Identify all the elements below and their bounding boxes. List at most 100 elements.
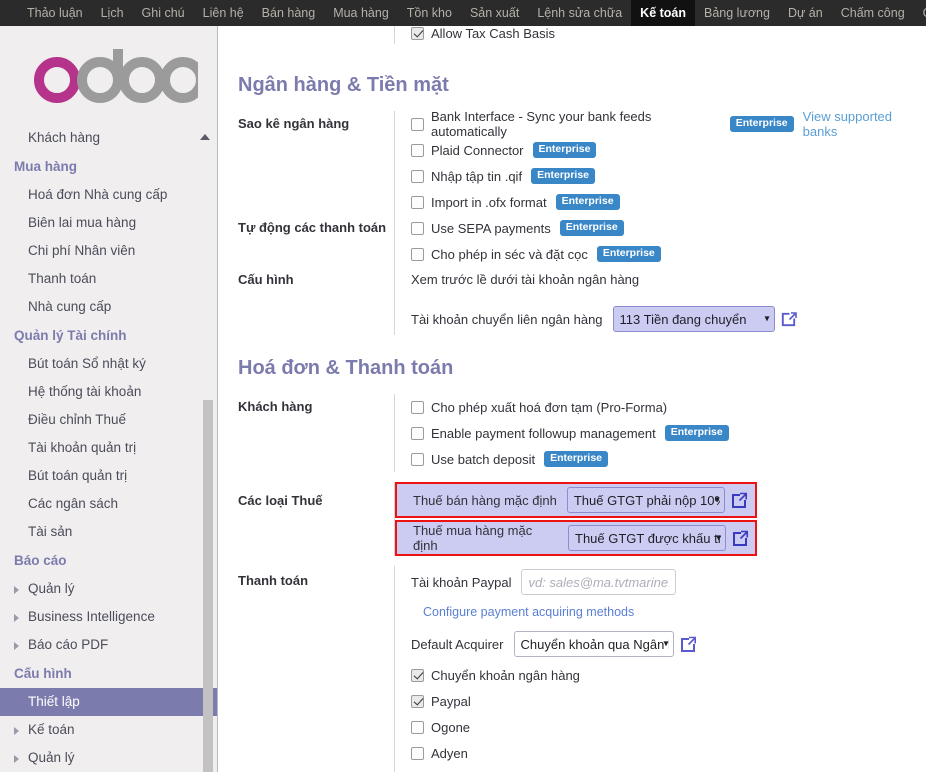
nav-item-10[interactable]: Bảng lương	[695, 0, 779, 26]
nav-item-5[interactable]: Mua hàng	[324, 0, 398, 26]
acquirer-label-1: Paypal	[431, 693, 471, 709]
check-line: Cho phép xuất hoá đơn tạm (Pro-Forma)	[411, 394, 926, 420]
inter-bank-account-label: Tài khoản chuyển liên ngân hàng	[411, 311, 603, 327]
sidebar-scrollbar-track[interactable]	[203, 152, 215, 772]
enterprise-badge[interactable]: Enterprise	[531, 168, 595, 184]
settings-content: Allow Tax Cash Basis Ngân hàng & Tiền mặ…	[219, 26, 926, 772]
payment-followup-label: Enable payment followup management	[431, 425, 656, 441]
sidebar-item-8[interactable]: Bút toán Sổ nhật ký	[0, 350, 217, 378]
sidebar-section-header: Cấu hình	[14, 666, 72, 681]
enterprise-badge[interactable]: Enterprise	[544, 451, 609, 467]
acquirer-check-line: Paypal	[411, 688, 926, 714]
default-acquirer-select[interactable]: Chuyển khoản qua Ngân hàng	[513, 631, 674, 657]
sidebar-item-17[interactable]: Business Intelligence	[0, 603, 217, 631]
nav-item-13[interactable]: G	[914, 0, 926, 26]
acquirer-checkbox-3[interactable]	[411, 746, 424, 760]
bank-interface-checkbox[interactable]	[411, 117, 424, 131]
bank-statement-row: Sao kê ngân hàng Bank Interface - Sync y…	[219, 109, 926, 215]
nav-item-4[interactable]: Bán hàng	[253, 0, 325, 26]
default-purchase-tax-row: Thuế mua hàng mặc định Thuế GTGT được kh…	[395, 520, 757, 556]
enterprise-badge[interactable]: Enterprise	[555, 194, 620, 210]
payment-followup-checkbox[interactable]	[411, 426, 424, 440]
bank-config-row: Cấu hình Xem trước lề dưới tài khoản ngâ…	[219, 267, 926, 335]
empty-label	[238, 26, 394, 30]
sidebar-item-12[interactable]: Bút toán quản trị	[0, 462, 217, 490]
paypal-account-input[interactable]	[521, 569, 677, 595]
sidebar-item-6[interactable]: Nhà cung cấp	[0, 293, 217, 321]
odoo-logo[interactable]	[0, 26, 217, 124]
nav-item-0[interactable]: Thảo luận	[18, 0, 92, 26]
sidebar-item-14[interactable]: Tài sản	[0, 518, 217, 546]
nav-item-6[interactable]: Tồn kho	[398, 0, 461, 26]
external-link-icon[interactable]	[679, 636, 697, 654]
sidebar-item-16[interactable]: Quản lý	[0, 575, 217, 603]
acquirer-checkbox-0[interactable]	[411, 668, 424, 682]
enterprise-badge[interactable]: Enterprise	[559, 220, 624, 236]
enterprise-badge[interactable]: Enterprise	[729, 116, 794, 132]
default-acquirer-field-row: Default Acquirer Chuyển khoản qua Ngân h…	[411, 628, 926, 660]
allow-tax-cash-basis-checkbox[interactable]	[411, 26, 424, 40]
sidebar-item-21[interactable]: Kế toán	[0, 716, 217, 744]
acquirer-check-line: Ogone	[411, 714, 926, 740]
default-sale-tax-select[interactable]: Thuế GTGT phải nộp 10%	[566, 487, 725, 513]
inter-bank-account-select[interactable]: 113 Tiền đang chuyển	[612, 306, 775, 332]
sidebar: Khách hàng Mua hàng Hoá đơn Nhà cung cấp Bi…	[0, 26, 218, 772]
external-link-icon[interactable]	[780, 311, 798, 329]
sidebar-item-3[interactable]: Biên lai mua hàng	[0, 209, 217, 237]
acquirer-checkbox-2[interactable]	[411, 720, 424, 734]
sidebar-item-9[interactable]: Hệ thống tài khoản	[0, 378, 217, 406]
allow-tax-cash-basis-body: Allow Tax Cash Basis	[394, 26, 926, 44]
qif-import-label: Nhập tập tin .qif	[431, 168, 523, 184]
check-line: Use SEPA payments Enterprise	[411, 215, 926, 241]
paypal-account-label: Tài khoản Paypal	[411, 574, 512, 590]
auto-payments-body: Use SEPA payments Enterprise Cho phép in…	[394, 215, 926, 267]
plaid-connector-checkbox[interactable]	[411, 143, 424, 157]
acquirer-label-3: Adyen	[431, 745, 468, 761]
check-line: Bank Interface - Sync your bank feeds au…	[411, 109, 926, 139]
nav-item-2[interactable]: Ghi chú	[133, 0, 194, 26]
sidebar-item-5[interactable]: Thanh toán	[0, 265, 217, 293]
sidebar-item-11[interactable]: Tài khoản quản trị	[0, 434, 217, 462]
configure-payment-acquiring-link[interactable]: Configure payment acquiring methods	[411, 598, 926, 626]
sidebar-item-18[interactable]: Báo cáo PDF	[0, 631, 217, 659]
sidebar-item-20[interactable]: Thiết lập	[0, 688, 217, 716]
sidebar-item-10[interactable]: Điều chỉnh Thuế	[0, 406, 217, 434]
sepa-payments-checkbox[interactable]	[411, 221, 424, 235]
nav-item-7[interactable]: Sản xuất	[461, 0, 528, 26]
print-checks-checkbox[interactable]	[411, 247, 424, 261]
batch-deposit-checkbox[interactable]	[411, 452, 424, 466]
nav-item-8[interactable]: Lệnh sửa chữa	[528, 0, 631, 26]
enterprise-badge[interactable]: Enterprise	[596, 246, 661, 262]
enterprise-badge[interactable]: Enterprise	[532, 142, 597, 158]
sidebar-item-13[interactable]: Các ngân sách	[0, 490, 217, 518]
allow-tax-cash-basis-label: Allow Tax Cash Basis	[431, 26, 556, 41]
check-line: Cho phép in séc và đặt cọc Enterprise	[411, 241, 926, 267]
payment-label: Thanh toán	[238, 573, 309, 588]
auto-payments-label: Tự động các thanh toán	[238, 220, 387, 235]
default-sale-tax-row: Thuế bán hàng mặc định Thuế GTGT phải nộ…	[395, 482, 757, 518]
view-supported-banks-link[interactable]: View supported banks	[803, 109, 926, 139]
sidebar-scrollbar-thumb[interactable]	[203, 400, 213, 772]
sidebar-item-4[interactable]: Chi phí Nhân viên	[0, 237, 217, 265]
check-line: Enable payment followup management Enter…	[411, 420, 926, 446]
acquirer-checkbox-1[interactable]	[411, 694, 424, 708]
default-purchase-tax-select[interactable]: Thuế GTGT được khấu trừ	[568, 525, 726, 551]
nav-item-12[interactable]: Chấm công	[832, 0, 914, 26]
proforma-invoice-checkbox[interactable]	[411, 400, 424, 414]
default-acquirer-label: Default Acquirer	[411, 636, 504, 652]
nav-item-3[interactable]: Liên hệ	[194, 0, 253, 26]
banking-section-title: Ngân hàng & Tiền mặt	[238, 74, 449, 96]
sidebar-item-0[interactable]: Khách hàng	[0, 124, 217, 152]
external-link-icon[interactable]	[731, 530, 749, 548]
payment-row: Thanh toán Tài khoản Paypal Configure pa…	[219, 566, 926, 772]
nav-item-9[interactable]: Kế toán	[631, 0, 696, 26]
external-link-icon[interactable]	[730, 492, 748, 510]
nav-item-11[interactable]: Dự án	[779, 0, 832, 26]
inter-bank-account-field-row: Tài khoản chuyển liên ngân hàng 113 Tiền…	[411, 303, 926, 335]
nav-item-1[interactable]: Lịch	[92, 0, 133, 26]
ofx-import-checkbox[interactable]	[411, 195, 424, 209]
qif-import-checkbox[interactable]	[411, 169, 424, 183]
sidebar-item-2[interactable]: Hoá đơn Nhà cung cấp	[0, 181, 217, 209]
sidebar-item-22[interactable]: Quản lý	[0, 744, 217, 772]
enterprise-badge[interactable]: Enterprise	[664, 425, 729, 441]
